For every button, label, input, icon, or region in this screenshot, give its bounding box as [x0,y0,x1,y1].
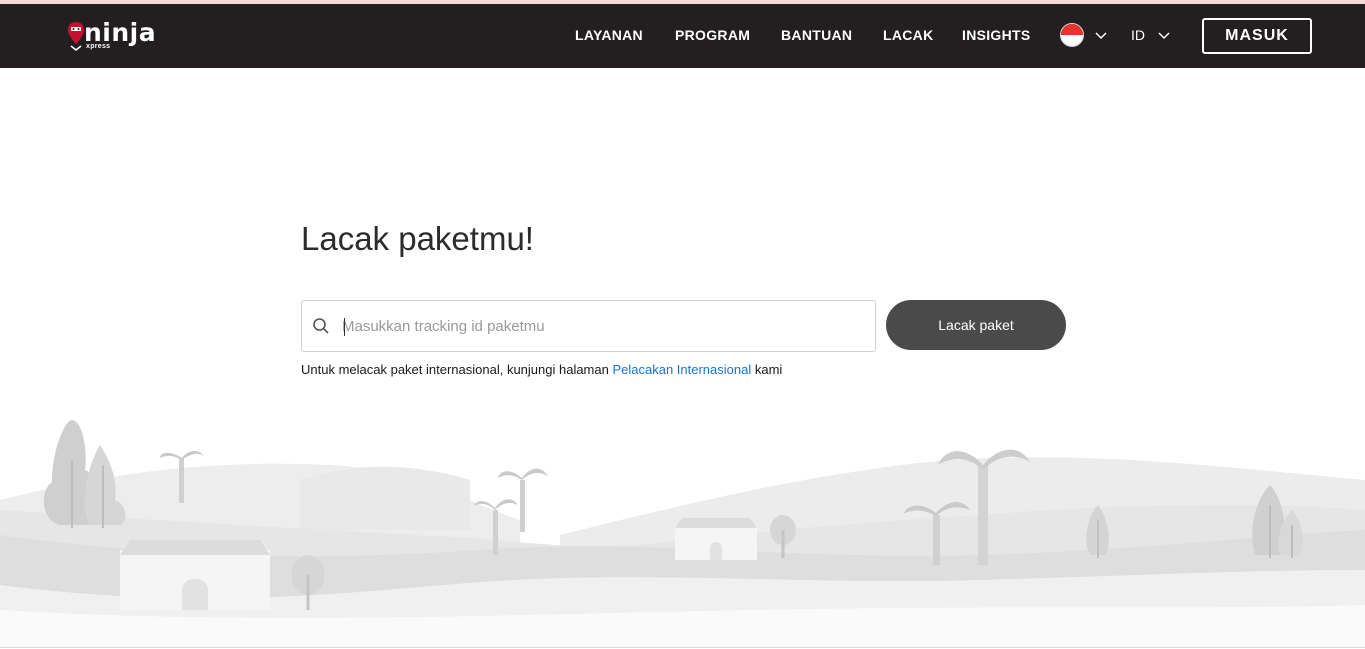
tracking-search-box[interactable] [301,300,876,352]
nav-insights[interactable]: INSIGHTS [962,27,1031,43]
landscape-illustration [0,420,1365,647]
tracking-id-input[interactable] [342,301,862,351]
search-icon [313,318,329,334]
track-package-button[interactable]: Lacak paket [886,300,1066,350]
note-prefix: Untuk melacak paket internasional, kunju… [301,362,613,377]
country-chevron-down-icon[interactable] [1095,32,1107,40]
page-title: Lacak paketmu! [301,220,534,257]
indonesia-flag-icon[interactable] [1060,23,1084,47]
page-bottom-divider [0,647,1365,648]
site-header: ninja xpress LAYANAN PROGRAM BANTUAN LAC… [0,4,1365,68]
international-tracking-link[interactable]: Pelacakan Internasional [612,362,751,377]
language-chevron-down-icon[interactable] [1158,32,1170,40]
language-selector[interactable]: ID [1131,27,1145,43]
login-button[interactable]: MASUK [1202,18,1312,54]
nav-bantuan[interactable]: BANTUAN [781,27,852,43]
nav-program[interactable]: PROGRAM [675,27,750,43]
text-caret [344,318,345,336]
nav-lacak[interactable]: LACAK [883,27,934,43]
international-tracking-note: Untuk melacak paket internasional, kunju… [301,362,782,377]
nav-layanan[interactable]: LAYANAN [575,27,643,43]
note-suffix: kami [751,362,783,377]
brand-subname: xpress [86,43,111,50]
ninja-pin-icon [68,22,84,51]
ninja-xpress-logo[interactable]: ninja xpress [67,18,156,55]
